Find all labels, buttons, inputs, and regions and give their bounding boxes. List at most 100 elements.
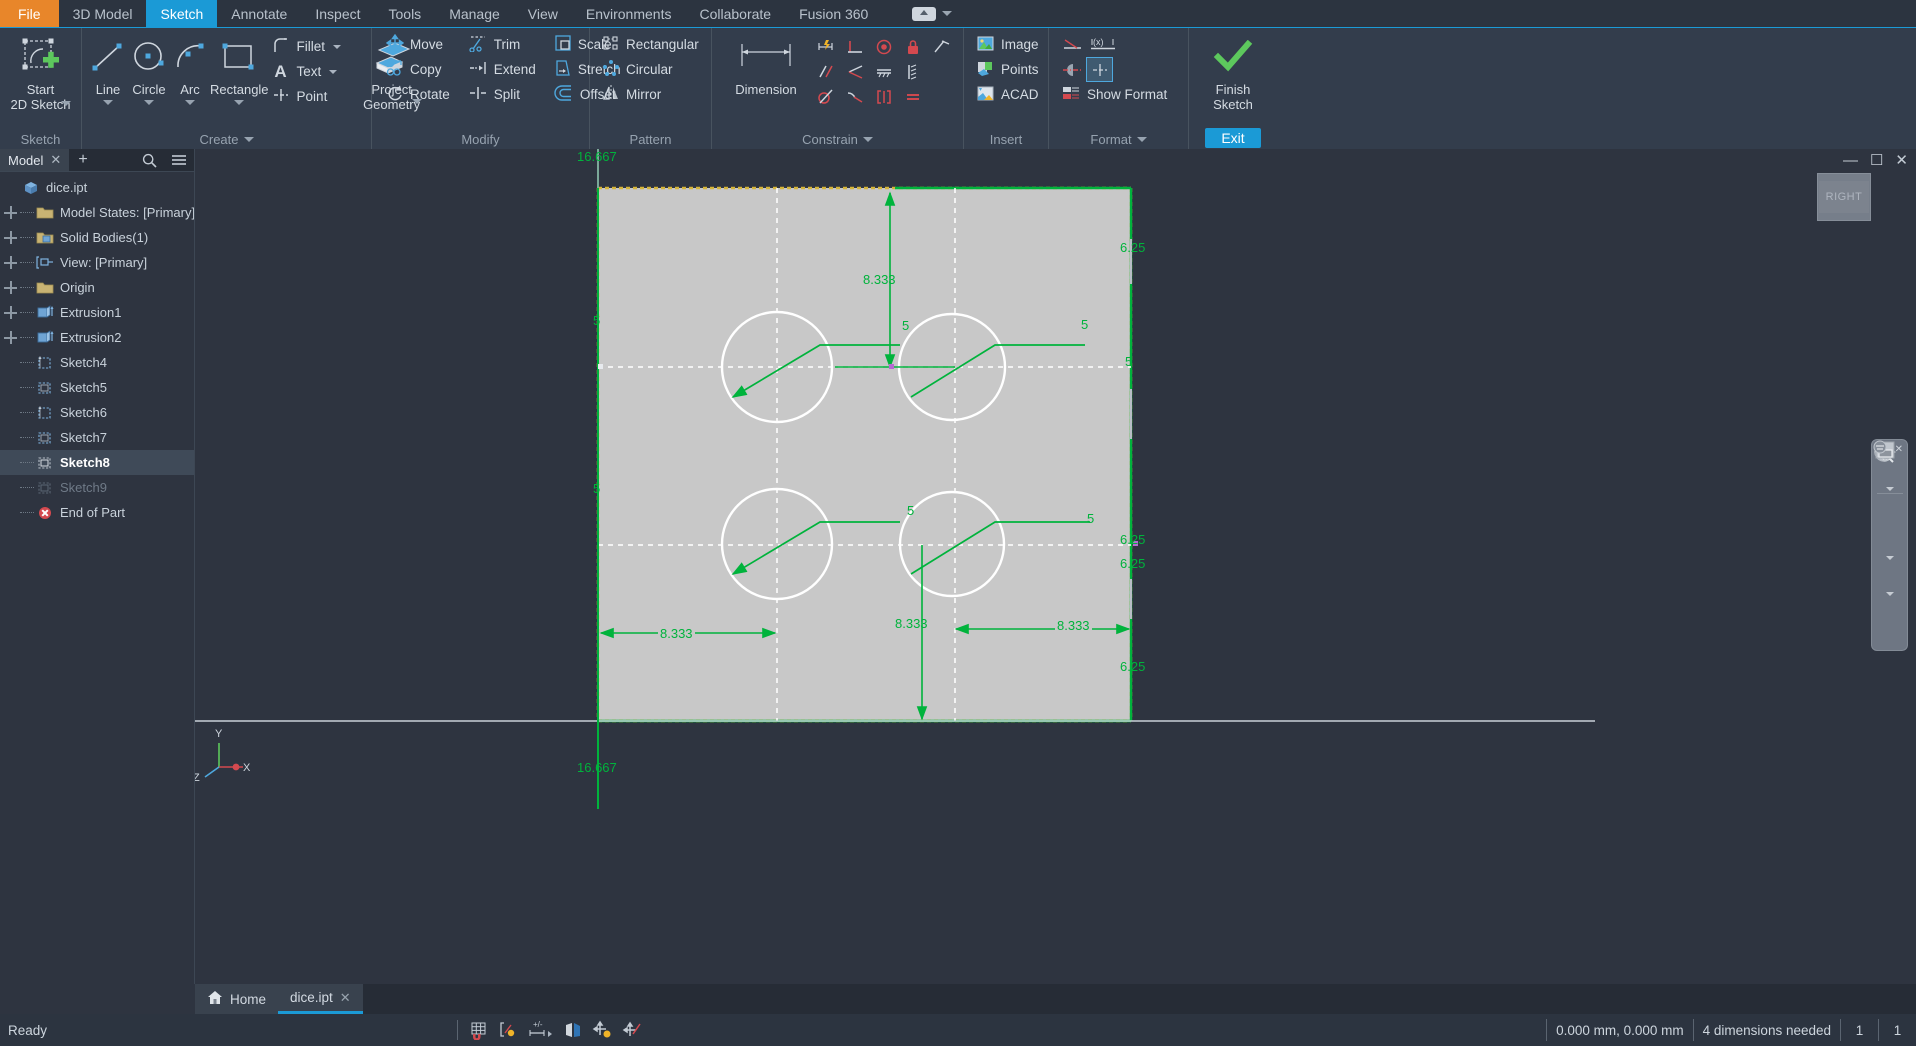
menu-tab-fusion-360[interactable]: Fusion 360 — [785, 0, 882, 27]
graphics-window[interactable]: — ☐ ✕ RIGHT 16.667 16.667 8.333 8.333 8.… — [195, 149, 1916, 984]
tree-item-solid-bodies[interactable]: Solid Bodies(1) — [0, 225, 194, 250]
split-tool-button[interactable]: Split — [466, 82, 542, 107]
tree-item-origin[interactable]: Origin — [0, 275, 194, 300]
tree-item-sketch7[interactable]: Sketch7 — [0, 425, 194, 450]
expand-icon[interactable] — [4, 281, 17, 294]
menu-tab-collaborate[interactable]: Collaborate — [685, 0, 785, 27]
tree-item-model-states[interactable]: Model States: [Primary] — [0, 200, 194, 225]
menu-tab-inspect[interactable]: Inspect — [301, 0, 374, 27]
tree-item-sketch5[interactable]: Sketch5 — [0, 375, 194, 400]
expand-icon[interactable] — [4, 206, 17, 219]
pan-icon[interactable] — [1875, 443, 1905, 524]
slice-graphics-icon[interactable] — [561, 1018, 587, 1042]
lock-fix-icon[interactable] — [899, 34, 926, 59]
constrain-panel-dropdown-icon[interactable] — [862, 136, 873, 142]
expand-icon[interactable] — [4, 306, 17, 319]
restore-icon[interactable]: ☐ — [1870, 153, 1883, 168]
constraint-persist-icon[interactable] — [590, 1018, 616, 1042]
symmetric-icon[interactable] — [899, 59, 926, 84]
hamburger-menu-icon[interactable] — [164, 149, 194, 171]
rectangular-pattern-button[interactable]: Rectangular — [600, 32, 705, 57]
dynamic-input-icon[interactable] — [619, 1018, 645, 1042]
show-format-button[interactable]: Show Format — [1059, 82, 1173, 107]
circular-pattern-button[interactable]: Circular — [600, 57, 705, 82]
menu-tab-3d-model[interactable]: 3D Model — [59, 0, 147, 27]
home-tab[interactable]: Home — [195, 984, 279, 1014]
insert-points-button[interactable]: Points — [974, 57, 1045, 82]
constraint-inference-icon[interactable] — [495, 1018, 521, 1042]
chevron-down-icon[interactable] — [1885, 592, 1894, 596]
add-tab-icon[interactable]: + — [69, 149, 96, 171]
constrain-extra-icon[interactable] — [928, 84, 955, 109]
rectangle-dropdown-icon[interactable] — [234, 100, 245, 105]
orbit-icon[interactable] — [1874, 442, 1905, 590]
tree-item-sketch9[interactable]: Sketch9 — [0, 475, 194, 500]
vertical-constraint-icon[interactable] — [870, 84, 897, 109]
document-tab-dice[interactable]: dice.ipt ✕ — [278, 984, 363, 1014]
close-icon[interactable]: ✕ — [340, 990, 351, 1006]
close-icon[interactable]: ✕ — [50, 152, 61, 168]
insert-acad-button[interactable]: ACAD — [974, 82, 1045, 107]
finish-sketch-button[interactable]: Finish Sketch — [1195, 32, 1271, 112]
exit-button[interactable]: Exit — [1205, 128, 1261, 148]
move-tool-button[interactable]: Move — [384, 32, 456, 57]
coincident-icon[interactable] — [870, 34, 897, 59]
expand-icon[interactable] — [4, 256, 17, 269]
equal-icon[interactable] — [899, 84, 926, 109]
tangent-icon[interactable] — [812, 84, 839, 109]
menu-tab-manage[interactable]: Manage — [435, 0, 514, 27]
arc-tool-button[interactable]: Arc — [170, 32, 210, 105]
navbar-options-icon[interactable] — [1873, 440, 1905, 646]
line-tool-button[interactable]: Line — [88, 32, 128, 105]
tree-item-view[interactable]: View: [Primary] — [0, 250, 194, 275]
extend-tool-button[interactable]: Extend — [466, 57, 542, 82]
chevron-down-icon[interactable] — [1885, 487, 1894, 491]
start-2d-sketch-button[interactable]: Start 2D Sketch — [6, 32, 75, 112]
fillet-dropdown-icon[interactable] — [333, 44, 342, 49]
menu-tab-tools[interactable]: Tools — [375, 0, 436, 27]
menu-tab-view[interactable]: View — [514, 0, 572, 27]
grid-snap-icon[interactable] — [466, 1018, 492, 1042]
close-icon[interactable]: ✕ — [1895, 153, 1908, 168]
copy-tool-button[interactable]: Copy — [384, 57, 456, 82]
search-icon[interactable] — [135, 149, 164, 171]
tree-item-sketch4[interactable]: Sketch4 — [0, 350, 194, 375]
text-dropdown-icon[interactable] — [329, 69, 338, 74]
insert-image-button[interactable]: Image — [974, 32, 1045, 57]
menu-tab-environments[interactable]: Environments — [572, 0, 686, 27]
chevron-down-icon[interactable] — [1885, 556, 1894, 560]
dimension-relax-icon[interactable]: +/- — [524, 1018, 558, 1042]
angle-constraint-icon[interactable] — [841, 59, 868, 84]
parallel-icon[interactable] — [812, 59, 839, 84]
text-tool-button[interactable]: A Text — [269, 59, 348, 84]
collinear-icon[interactable] — [870, 59, 897, 84]
browser-tab-model[interactable]: Model ✕ — [0, 149, 70, 171]
smooth-icon[interactable] — [841, 84, 868, 109]
fillet-tool-button[interactable]: Fillet — [269, 34, 348, 59]
tree-item-sketch6[interactable]: Sketch6 — [0, 400, 194, 425]
expand-icon[interactable] — [4, 231, 17, 244]
look-at-icon[interactable] — [1875, 441, 1905, 626]
centerline-icon[interactable] — [1059, 57, 1086, 82]
dimension-tool-button[interactable]: Dimension — [724, 32, 808, 97]
tree-item-part[interactable]: dice.ipt — [0, 175, 194, 200]
rectangle-tool-button[interactable]: Rectangle — [210, 32, 269, 105]
center-point-icon[interactable] — [1086, 57, 1113, 82]
perpendicular-icon[interactable] — [841, 34, 868, 59]
arc-dropdown-icon[interactable] — [185, 100, 195, 105]
tree-item-sketch8[interactable]: Sketch8 — [0, 450, 194, 475]
menu-tab-sketch[interactable]: Sketch — [146, 0, 218, 27]
constraint-settings-icon[interactable] — [928, 59, 955, 84]
zoom-icon[interactable] — [1875, 442, 1905, 554]
cloud-status-button[interactable] — [902, 0, 962, 27]
chevron-down-icon[interactable] — [942, 11, 953, 16]
create-panel-dropdown-icon[interactable] — [243, 136, 254, 142]
line-dropdown-icon[interactable] — [103, 100, 113, 105]
menu-file[interactable]: File — [0, 0, 59, 27]
expand-icon[interactable] — [4, 331, 17, 344]
construction-line-icon[interactable] — [1059, 32, 1086, 57]
mirror-pattern-button[interactable]: Mirror — [600, 82, 705, 107]
circle-dropdown-icon[interactable] — [144, 100, 154, 105]
driven-dimension-icon[interactable]: (x) — [1086, 32, 1122, 57]
circle-tool-button[interactable]: Circle — [128, 32, 170, 105]
